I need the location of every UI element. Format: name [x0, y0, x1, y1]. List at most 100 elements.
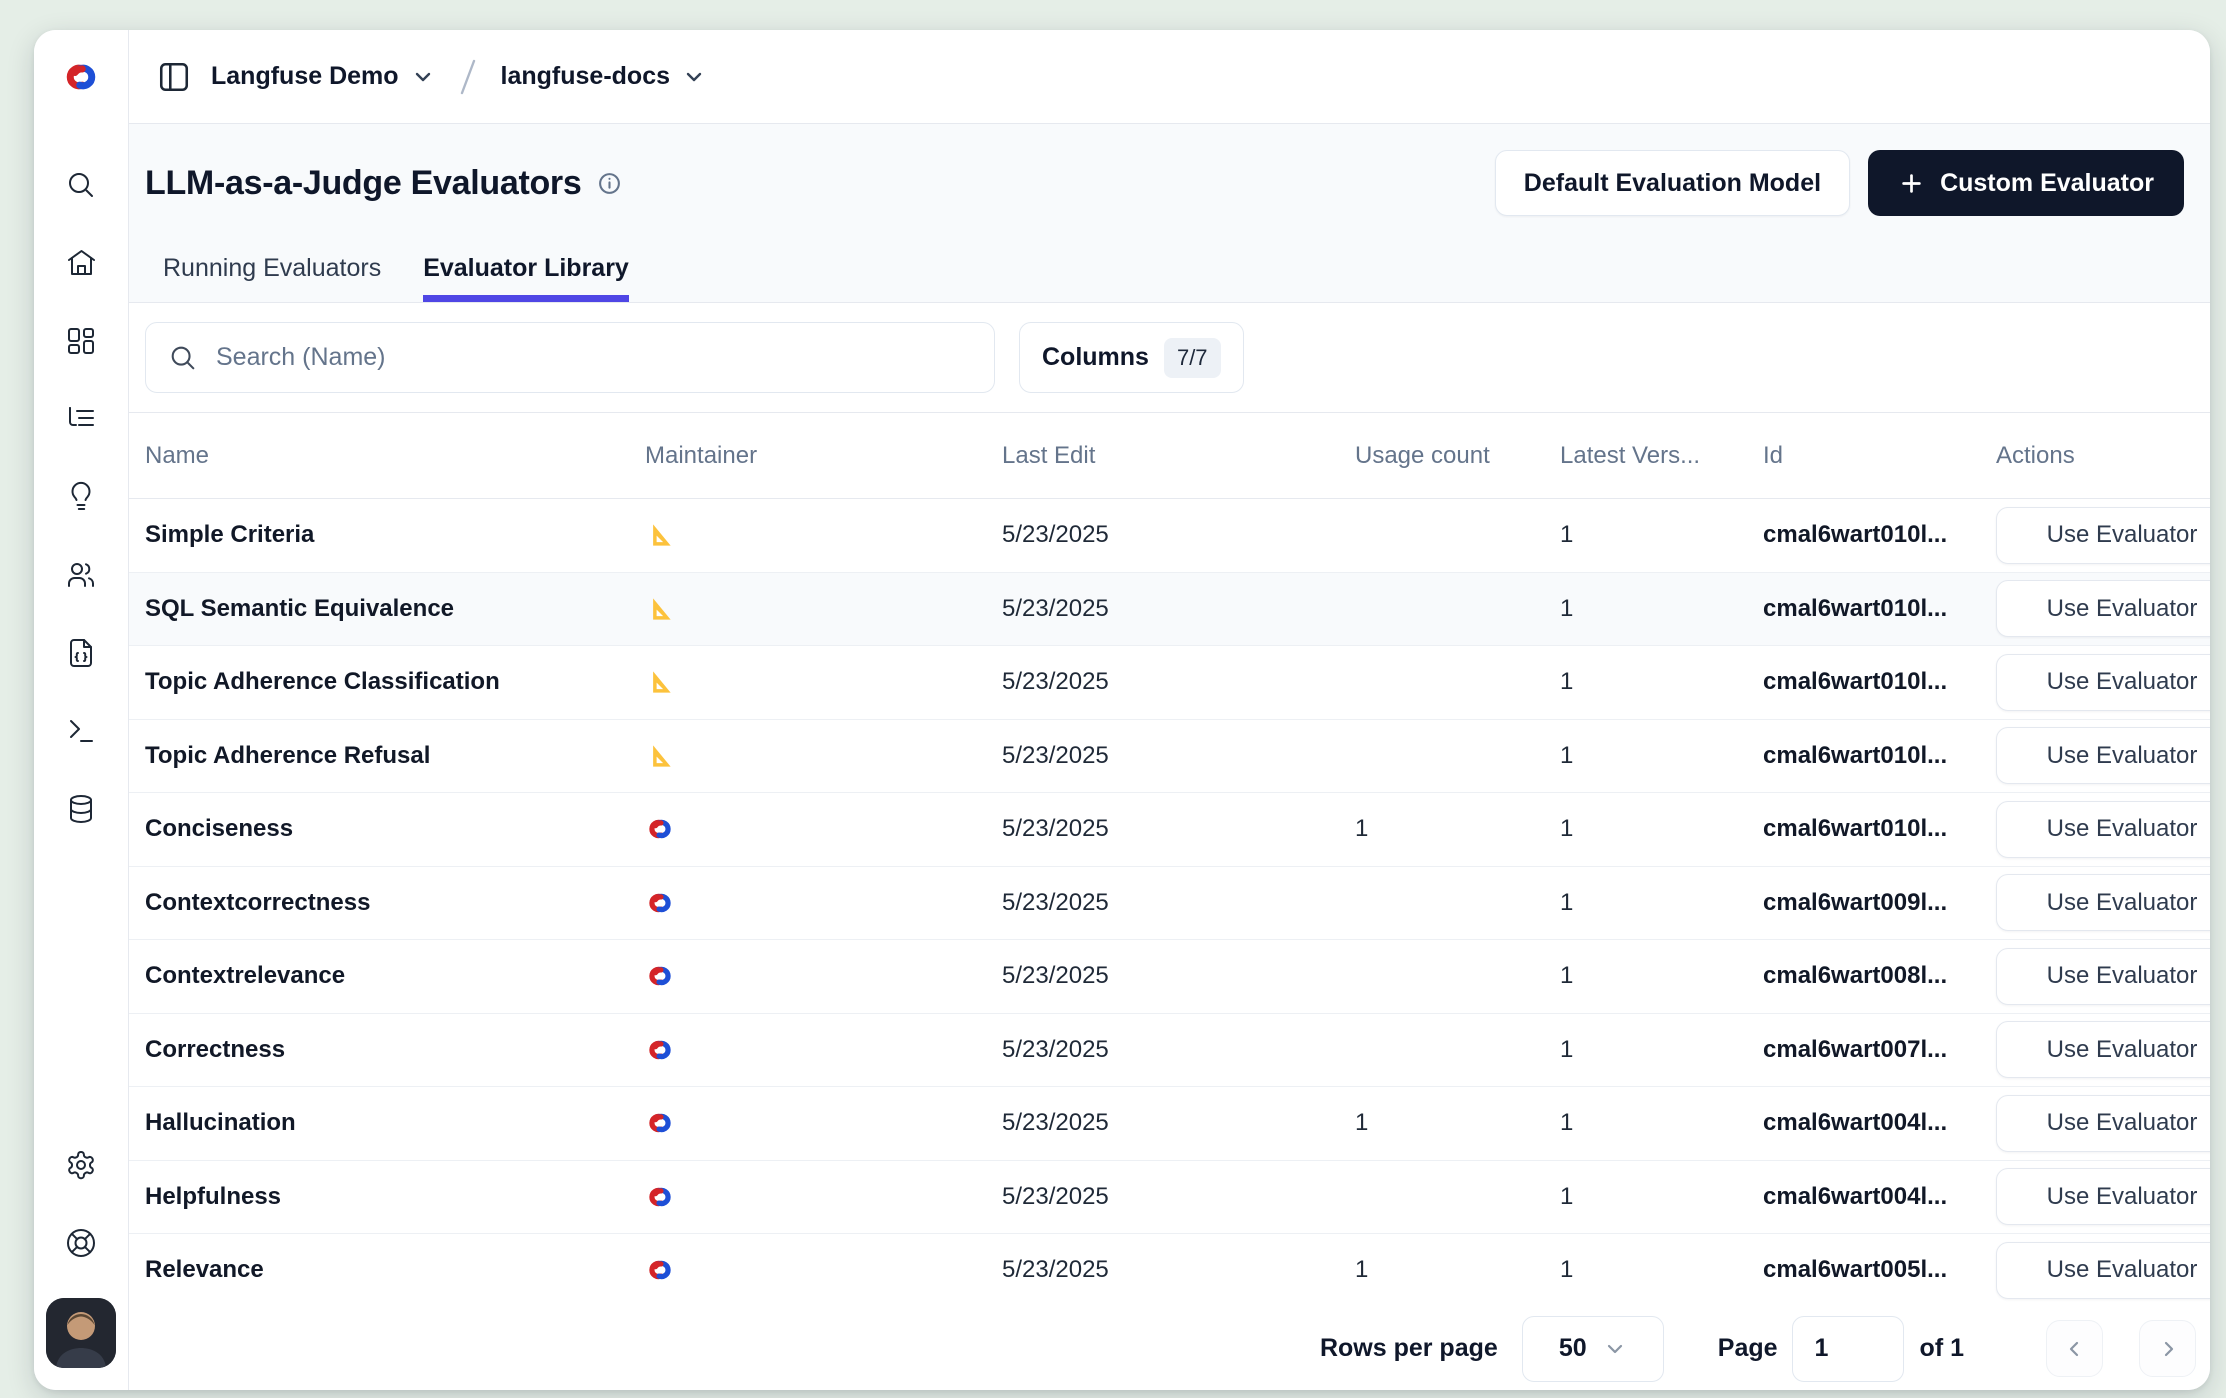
column-header-usage-count[interactable]: Usage count [1339, 442, 1544, 470]
tab-evaluator-library[interactable]: Evaluator Library [423, 253, 629, 302]
table-row[interactable]: Relevance 5/23/2025 1 1 cmal6wart005l...… [129, 1234, 2210, 1307]
database-icon [65, 793, 98, 826]
last-edit-cell: 5/23/2025 [986, 1036, 1339, 1064]
sidebar [34, 30, 129, 1390]
evaluator-name: Topic Adherence Classification [129, 668, 629, 696]
gear-icon [65, 1149, 98, 1182]
last-edit-cell: 5/23/2025 [986, 962, 1339, 990]
use-evaluator-button[interactable]: Use Evaluator [1996, 507, 2210, 564]
sidebar-item-tracing[interactable] [34, 380, 128, 458]
latest-version-cell: 1 [1544, 1036, 1747, 1064]
sidebar-item-search[interactable] [34, 146, 128, 224]
evaluator-name: Correctness [129, 1036, 629, 1064]
sidebar-item-support[interactable] [34, 1204, 128, 1282]
column-header-actions: Actions [1980, 442, 2210, 470]
code-file-icon [65, 637, 98, 670]
evaluator-name: Contextcorrectness [129, 889, 629, 917]
column-header-latest-version[interactable]: Latest Vers... [1544, 442, 1747, 470]
latest-version-cell: 1 [1544, 1256, 1747, 1284]
default-evaluation-model-button[interactable]: Default Evaluation Model [1495, 150, 1850, 216]
table-row[interactable]: Hallucination 5/23/2025 1 1 cmal6wart004… [129, 1087, 2210, 1161]
project-switcher[interactable]: langfuse-docs [501, 62, 706, 91]
table-row[interactable]: Correctness 5/23/2025 1 cmal6wart007l...… [129, 1014, 2210, 1088]
column-header-id[interactable]: Id [1747, 442, 1980, 470]
use-evaluator-button[interactable]: Use Evaluator [1996, 1168, 2210, 1225]
use-evaluator-button[interactable]: Use Evaluator [1996, 1021, 2210, 1078]
sidebar-item-dashboard[interactable] [34, 302, 128, 380]
id-cell: cmal6wart007l... [1747, 1036, 1980, 1064]
maintainer-cell [629, 1035, 986, 1065]
langfuse-logo-icon[interactable] [34, 30, 128, 124]
info-icon[interactable] [597, 171, 622, 196]
last-edit-cell: 5/23/2025 [986, 1183, 1339, 1211]
custom-evaluator-button[interactable]: Custom Evaluator [1868, 150, 2184, 216]
tab-running-evaluators[interactable]: Running Evaluators [163, 253, 381, 302]
table-row[interactable]: Helpfulness 5/23/2025 1 cmal6wart004l...… [129, 1161, 2210, 1235]
table-body: Simple Criteria 5/23/2025 1 cmal6wart010… [129, 499, 2210, 1307]
actions-cell: Use Evaluator [1980, 1021, 2210, 1078]
id-cell: cmal6wart008l... [1747, 962, 1980, 990]
rows-per-page-select[interactable]: 50 [1522, 1316, 1664, 1382]
columns-count-badge: 7/7 [1164, 338, 1221, 378]
use-evaluator-button[interactable]: Use Evaluator [1996, 580, 2210, 637]
project-name: langfuse-docs [501, 62, 670, 91]
usage-count-cell: 1 [1339, 1256, 1544, 1284]
sidebar-item-home[interactable] [34, 224, 128, 302]
sidebar-item-playground[interactable] [34, 614, 128, 692]
use-evaluator-button[interactable]: Use Evaluator [1996, 1242, 2210, 1299]
sidebar-item-terminal[interactable] [34, 692, 128, 770]
search-input[interactable] [216, 343, 972, 372]
ragas-icon [645, 520, 675, 550]
table-row[interactable]: Topic Adherence Refusal 5/23/2025 1 cmal… [129, 720, 2210, 794]
last-edit-cell: 5/23/2025 [986, 521, 1339, 549]
previous-page-button[interactable] [2046, 1320, 2103, 1377]
evaluator-name: SQL Semantic Equivalence [129, 595, 629, 623]
use-evaluator-button[interactable]: Use Evaluator [1996, 874, 2210, 931]
column-header-last-edit[interactable]: Last Edit [986, 442, 1339, 470]
evaluator-name: Contextrelevance [129, 962, 629, 990]
last-edit-cell: 5/23/2025 [986, 742, 1339, 770]
use-evaluator-button[interactable]: Use Evaluator [1996, 1095, 2210, 1152]
langfuse-icon [645, 1035, 675, 1065]
sidebar-item-settings[interactable] [34, 1126, 128, 1204]
sidebar-item-datasets[interactable] [34, 770, 128, 848]
main-area: Langfuse Demo langfuse-docs LLM-as-a-Jud… [129, 30, 2210, 1390]
actions-cell: Use Evaluator [1980, 1095, 2210, 1152]
use-evaluator-button[interactable]: Use Evaluator [1996, 654, 2210, 711]
search-icon [168, 343, 198, 373]
table-row[interactable]: Contextrelevance 5/23/2025 1 cmal6wart00… [129, 940, 2210, 1014]
panel-toggle-icon[interactable] [157, 60, 191, 94]
sidebar-item-users[interactable] [34, 536, 128, 614]
table-row[interactable]: Simple Criteria 5/23/2025 1 cmal6wart010… [129, 499, 2210, 573]
columns-button[interactable]: Columns 7/7 [1019, 322, 1244, 393]
table-row[interactable]: Conciseness 5/23/2025 1 1 cmal6wart010l.… [129, 793, 2210, 867]
chevron-right-icon [2156, 1337, 2180, 1361]
table-row[interactable]: SQL Semantic Equivalence 5/23/2025 1 cma… [129, 573, 2210, 647]
use-evaluator-button[interactable]: Use Evaluator [1996, 727, 2210, 784]
page-label: Page [1718, 1334, 1778, 1363]
id-cell: cmal6wart010l... [1747, 742, 1980, 770]
langfuse-icon [645, 961, 675, 991]
maintainer-cell [629, 741, 986, 771]
tab-bar: Running Evaluators Evaluator Library [129, 253, 2210, 302]
sidebar-item-evaluation[interactable] [34, 458, 128, 536]
next-page-button[interactable] [2139, 1320, 2196, 1377]
column-header-maintainer[interactable]: Maintainer [629, 442, 986, 470]
org-switcher[interactable]: Langfuse Demo [211, 62, 435, 91]
actions-cell: Use Evaluator [1980, 1168, 2210, 1225]
life-buoy-icon [65, 1227, 98, 1260]
users-icon [65, 559, 98, 592]
user-avatar[interactable] [46, 1298, 116, 1368]
page-number-input[interactable] [1792, 1316, 1904, 1382]
rows-per-page-label: Rows per page [1320, 1334, 1498, 1363]
actions-cell: Use Evaluator [1980, 507, 2210, 564]
use-evaluator-button[interactable]: Use Evaluator [1996, 801, 2210, 858]
table-row[interactable]: Contextcorrectness 5/23/2025 1 cmal6wart… [129, 867, 2210, 941]
use-evaluator-button[interactable]: Use Evaluator [1996, 948, 2210, 1005]
last-edit-cell: 5/23/2025 [986, 668, 1339, 696]
table-row[interactable]: Topic Adherence Classification 5/23/2025… [129, 646, 2210, 720]
plus-icon [1898, 170, 1925, 197]
column-header-name[interactable]: Name [129, 442, 629, 470]
maintainer-cell [629, 1255, 986, 1285]
home-icon [65, 247, 98, 280]
